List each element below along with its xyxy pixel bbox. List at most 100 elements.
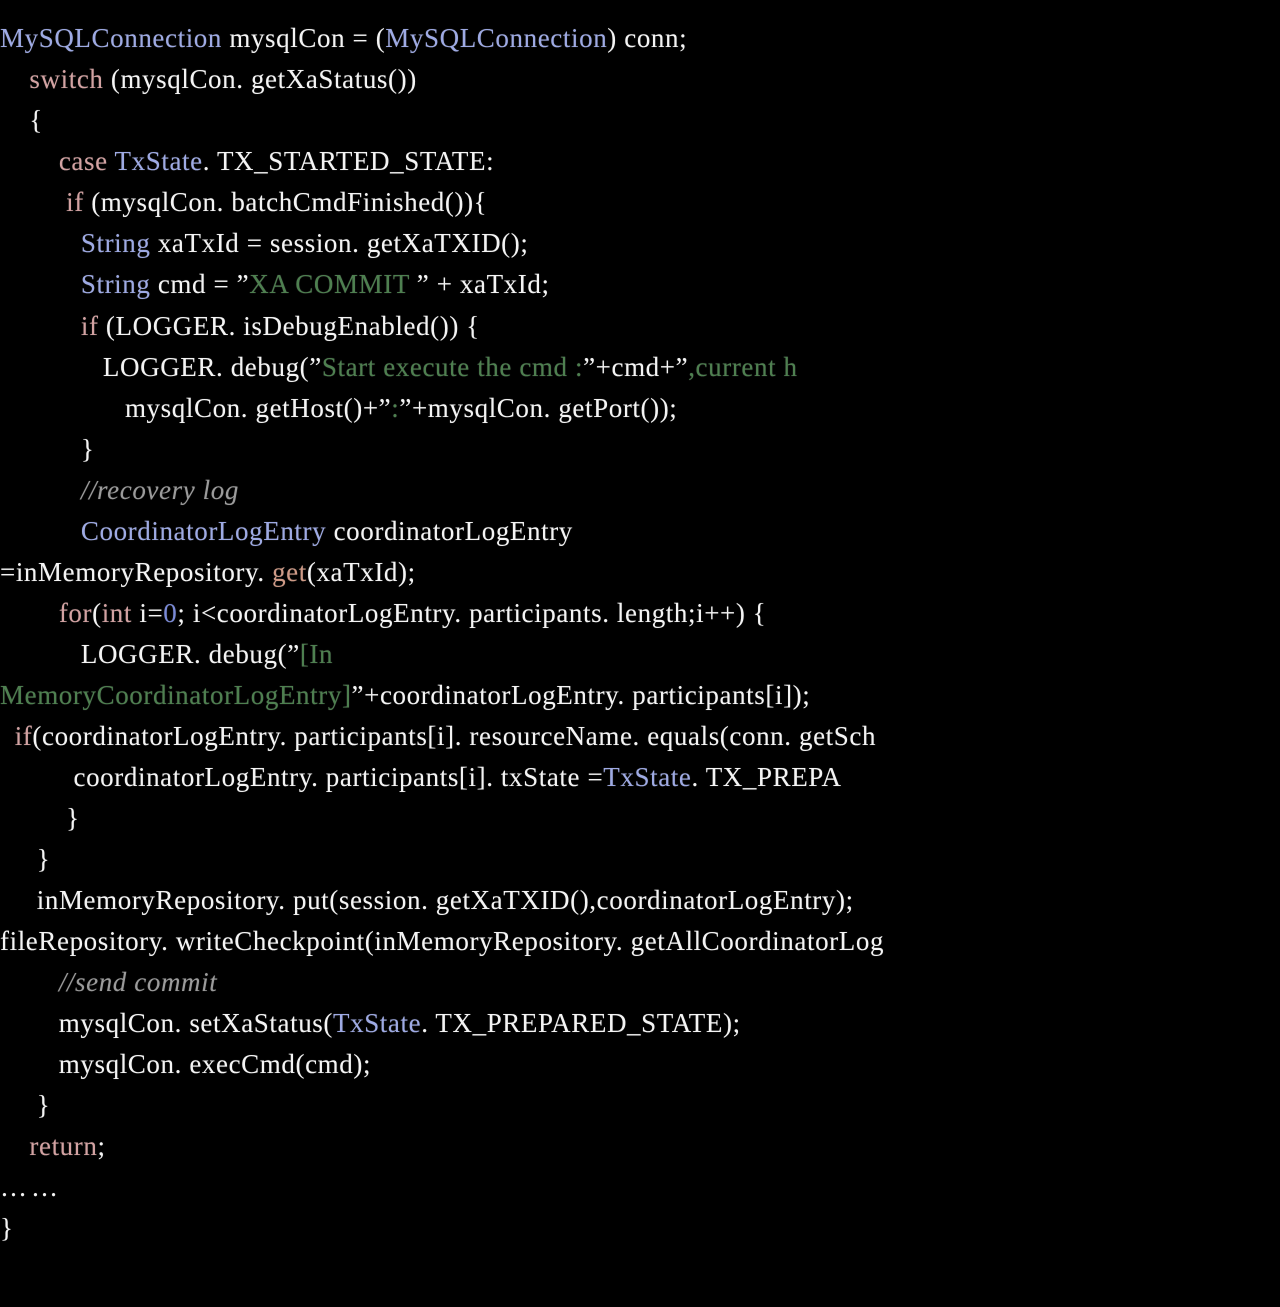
code-token-string: [In	[299, 639, 334, 669]
code-token-type: TxState	[114, 146, 203, 176]
code-line: mysqlCon. setXaStatus(TxState. TX_PREPAR…	[0, 1010, 741, 1037]
code-token-keyword: for	[58, 598, 93, 628]
code-token-plain: xaTxId = session. getXaTXID();	[150, 228, 529, 258]
code-token-plain: +cmd+	[595, 352, 676, 382]
code-token-quote: ”	[583, 352, 596, 382]
code-token-type: String	[80, 228, 151, 258]
code-token-plain: inMemoryRepository. put(session. getXaTX…	[0, 885, 854, 915]
code-line: mysqlCon. getHost()+”:”+mysqlCon. getPor…	[0, 395, 677, 422]
code-token-plain: (	[92, 598, 102, 628]
code-token-keyword: int	[101, 598, 133, 628]
code-token-keyword: if	[80, 311, 99, 341]
code-line: switch (mysqlCon. getXaStatus())	[0, 66, 417, 93]
code-token-keyword: if	[14, 721, 33, 751]
code-token-plain: ……	[0, 1172, 62, 1202]
code-token-comment: //send commit	[58, 967, 218, 997]
code-token-type: TxState	[603, 762, 692, 792]
code-line: case TxState. TX_STARTED_STATE:	[0, 148, 494, 175]
code-line: return;	[0, 1133, 106, 1160]
code-line: if (LOGGER. isDebugEnabled()) {	[0, 313, 480, 340]
code-token-plain: mysqlCon = (	[222, 23, 386, 53]
code-line: }	[0, 846, 50, 873]
code-line: inMemoryRepository. put(session. getXaTX…	[0, 887, 854, 914]
code-token-quote: ”	[351, 680, 365, 710]
code-token-plain: + xaTxId;	[429, 269, 550, 299]
code-token-plain: i=	[132, 598, 164, 628]
code-token-plain: ; i<coordinatorLogEntry. participants. l…	[177, 598, 767, 628]
code-token-plain: (xaTxId);	[306, 557, 416, 587]
code-token-comment: //recovery log	[80, 475, 239, 505]
code-token-quote: ”	[675, 352, 689, 382]
code-token-plain: }	[0, 803, 80, 833]
code-line: if(coordinatorLogEntry. participants[i].…	[0, 723, 876, 750]
code-line: mysqlCon. execCmd(cmd);	[0, 1051, 371, 1078]
code-token-keyword: return	[29, 1131, 98, 1161]
code-token-plain: LOGGER. debug(	[0, 639, 288, 669]
code-token-plain: ) conn;	[607, 23, 688, 53]
code-token-plain: (mysqlCon. getXaStatus())	[103, 64, 417, 94]
code-token-plain: (mysqlCon. batchCmdFinished()){	[83, 187, 488, 217]
code-line: =inMemoryRepository. get(xaTxId);	[0, 559, 416, 586]
code-token-plain: }	[0, 1090, 51, 1120]
code-line: LOGGER. debug(”Start execute the cmd :”+…	[0, 354, 798, 381]
code-token-plain: coordinatorLogEntry. participants[i]. tx…	[0, 762, 604, 792]
code-line: //recovery log	[0, 477, 239, 504]
code-token-quote: ”	[399, 393, 412, 423]
code-token-quote: ”	[287, 639, 300, 669]
code-line: //send commit	[0, 969, 217, 996]
code-line: }	[0, 1092, 50, 1119]
code-token-string: XA COMMIT	[249, 269, 417, 299]
code-token-plain: {	[0, 105, 43, 135]
code-token-plain: mysqlCon. getHost()+	[0, 393, 379, 423]
code-token-plain: =inMemoryRepository.	[0, 557, 273, 587]
code-line: fileRepository. writeCheckpoint(inMemory…	[0, 928, 884, 955]
code-token-string: Start execute the cmd :	[321, 352, 584, 382]
code-token-keyword: switch	[29, 64, 104, 94]
code-line: {	[0, 107, 43, 134]
code-token-plain: mysqlCon. setXaStatus(	[0, 1008, 333, 1038]
code-line: ……	[0, 1174, 62, 1201]
code-line: MemoryCoordinatorLogEntry]”+coordinatorL…	[0, 682, 810, 709]
code-token-plain: . TX_PREPARED_STATE);	[421, 1008, 741, 1038]
code-token-plain: LOGGER. debug(	[0, 352, 310, 382]
code-token-keyword: case	[58, 146, 108, 176]
code-token-quote: ”	[416, 269, 430, 299]
code-token-plain: cmd =	[150, 269, 237, 299]
code-token-type: MySQLConnection	[0, 23, 222, 53]
code-viewer[interactable]: MySQLConnection mysqlCon = (MySQLConnect…	[0, 0, 1280, 1307]
code-token-quote: ”	[236, 269, 250, 299]
code-token-string: ,current h	[688, 352, 798, 382]
code-token-plain: fileRepository. writeCheckpoint(inMemory…	[0, 926, 885, 956]
code-token-plain: }	[0, 434, 95, 464]
code-line: String cmd = ”XA COMMIT ” + xaTxId;	[0, 271, 550, 298]
code-token-plain: coordinatorLogEntry	[326, 516, 573, 546]
code-token-keyword: if	[66, 187, 84, 217]
code-token-string: MemoryCoordinatorLogEntry]	[0, 680, 352, 710]
code-line: }	[0, 805, 80, 832]
code-token-quote: ”	[309, 352, 322, 382]
code-token-plain: mysqlCon. execCmd(cmd);	[0, 1049, 372, 1079]
code-line: }	[0, 1215, 14, 1242]
code-line: String xaTxId = session. getXaTXID();	[0, 230, 528, 257]
code-line: coordinatorLogEntry. participants[i]. tx…	[0, 764, 842, 791]
code-token-quote: ”	[378, 393, 392, 423]
code-token-type: MySQLConnection	[385, 23, 608, 53]
code-token-plain: +mysqlCon. getPort());	[411, 393, 678, 423]
code-line: MySQLConnection mysqlCon = (MySQLConnect…	[0, 25, 687, 52]
code-token-plain: (coordinatorLogEntry. participants[i]. r…	[32, 721, 877, 751]
code-token-plain: . TX_PREPA	[691, 762, 842, 792]
code-token-type: String	[80, 269, 151, 299]
code-line: for(int i=0; i<coordinatorLogEntry. part…	[0, 600, 766, 627]
code-token-type: CoordinatorLogEntry	[80, 516, 327, 546]
